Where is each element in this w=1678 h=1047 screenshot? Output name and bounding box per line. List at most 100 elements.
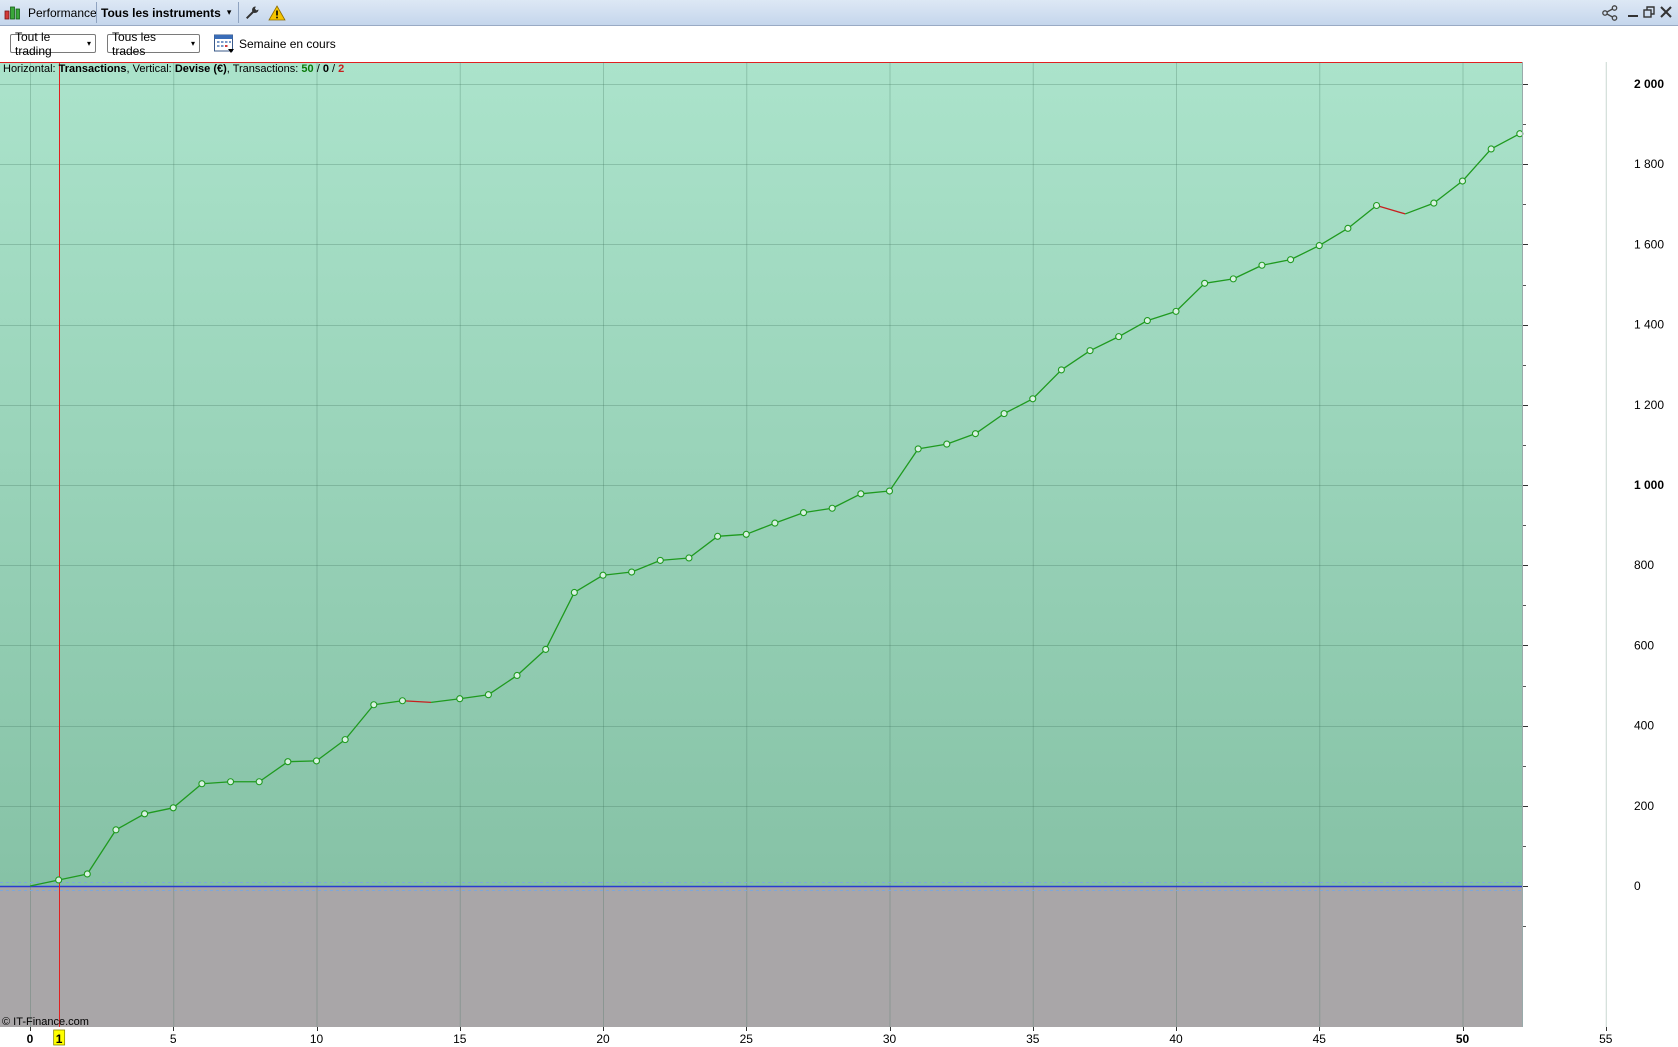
data-point[interactable] [1086, 347, 1094, 355]
warning-icon[interactable] [268, 4, 286, 22]
data-point[interactable] [1143, 317, 1151, 325]
y-tick-label: 0 [1634, 879, 1641, 893]
data-point[interactable] [198, 780, 206, 788]
chevron-down-icon: ▾ [86, 39, 91, 48]
horizontal-value: Transactions [58, 63, 127, 75]
data-point[interactable] [943, 440, 951, 448]
data-point[interactable] [1115, 333, 1123, 341]
data-point[interactable] [1258, 261, 1266, 269]
vertical-label: , Vertical: [126, 63, 172, 75]
data-point[interactable] [1287, 256, 1295, 264]
minimize-icon[interactable] [1626, 5, 1640, 19]
share-icon[interactable] [1601, 4, 1619, 22]
close-icon[interactable] [1659, 5, 1673, 19]
data-point[interactable] [799, 509, 808, 517]
data-point[interactable] [828, 504, 836, 512]
period-label[interactable]: Semaine en cours [239, 37, 336, 51]
copyright-label: © IT-Finance.com [2, 1016, 89, 1028]
x-tick-label: 20 [596, 1032, 610, 1046]
data-point[interactable] [1057, 366, 1065, 374]
data-point[interactable] [1029, 395, 1037, 403]
winning-count: 50 [301, 63, 314, 75]
y-tick-label: 1 600 [1634, 237, 1664, 251]
y-tick-label: 400 [1634, 719, 1654, 733]
toolbar: Tout le trading ▾ Tous les trades ▾ Sema… [0, 26, 1678, 62]
data-point[interactable] [599, 571, 607, 579]
performance-chart[interactable]: 02004006008001 0001 2001 4001 6001 8002 … [0, 62, 1678, 1047]
x-tick-label: 50 [1456, 1032, 1470, 1046]
y-tick-label: 600 [1634, 638, 1654, 652]
title-bar: Performance Tous les instruments ▾ [0, 0, 1678, 26]
trading-filter-dropdown[interactable]: Tout le trading ▾ [10, 30, 96, 58]
instrument-selector[interactable]: Tous les instruments ▾ [101, 0, 231, 25]
data-point[interactable] [1487, 145, 1495, 153]
calendar-icon[interactable] [213, 32, 235, 54]
chart-info-line: Horizontal: Transactions, Vertical: Devi… [3, 63, 344, 75]
data-point[interactable] [169, 804, 177, 812]
data-point[interactable] [83, 870, 91, 878]
cursor-badge-label: 1 [56, 1032, 63, 1046]
window-title: Performance [28, 5, 97, 20]
data-point[interactable] [542, 645, 550, 653]
data-point[interactable] [685, 554, 693, 562]
data-point[interactable] [513, 671, 521, 680]
data-point[interactable] [714, 532, 722, 540]
data-point[interactable] [370, 701, 378, 709]
data-point[interactable] [1516, 130, 1524, 138]
vertical-value: Devise (€) [174, 63, 227, 75]
data-point[interactable] [771, 519, 779, 527]
data-point[interactable] [398, 697, 407, 705]
data-point[interactable] [914, 445, 922, 453]
series-segment [287, 760, 317, 763]
data-point[interactable] [1201, 279, 1209, 287]
data-point[interactable] [885, 487, 894, 495]
separator: / [328, 63, 339, 75]
data-point[interactable] [857, 490, 865, 498]
x-tick-label: 10 [310, 1032, 324, 1046]
restore-icon[interactable] [1642, 5, 1656, 19]
x-tick-label: 30 [883, 1032, 897, 1046]
wrench-icon[interactable] [243, 4, 261, 22]
data-point[interactable] [1315, 242, 1323, 250]
x-axis: 0 5 10 15 20 25 30 35 40 45 50 55 1 [27, 1027, 1613, 1046]
data-point[interactable] [55, 876, 63, 884]
loss-zone [0, 886, 1522, 1027]
data-point[interactable] [742, 530, 750, 538]
trades-filter-dropdown[interactable]: Tous les trades ▾ [107, 30, 200, 58]
y-tick-label: 800 [1634, 558, 1654, 572]
data-point[interactable] [284, 758, 292, 766]
data-point[interactable] [141, 810, 149, 818]
data-point[interactable] [484, 691, 492, 699]
x-tick-label: 45 [1313, 1032, 1327, 1046]
data-point[interactable] [227, 778, 235, 786]
x-tick-label: 5 [170, 1032, 177, 1046]
data-point[interactable] [656, 556, 664, 564]
chevron-down-icon: ▾ [190, 39, 195, 48]
data-point[interactable] [312, 757, 321, 765]
trading-filter-label: Tout le trading [15, 29, 52, 58]
y-tick-label: 1 400 [1634, 318, 1664, 332]
data-point[interactable] [1373, 201, 1381, 210]
data-point[interactable] [255, 778, 263, 786]
data-point[interactable] [112, 826, 120, 834]
data-point[interactable] [1430, 199, 1438, 207]
transactions-label: , Transactions: [226, 63, 299, 75]
y-tick-label: 1 200 [1634, 398, 1664, 412]
data-point[interactable] [628, 568, 636, 576]
y-tick-label: 2 000 [1634, 77, 1664, 91]
trades-filter-label: Tous les trades [112, 29, 157, 58]
data-point[interactable] [1229, 275, 1237, 283]
data-point[interactable] [1172, 307, 1180, 315]
y-axis: 0 200 400 600 800 1 000 1 200 1 400 1 600 1 800 2 … [1522, 77, 1664, 927]
separator: / [313, 63, 323, 75]
data-point[interactable] [1344, 224, 1352, 232]
data-point[interactable] [570, 588, 578, 597]
data-point[interactable] [1000, 410, 1008, 418]
horizontal-label: Horizontal: [3, 63, 56, 75]
x-tick-label: 35 [1026, 1032, 1040, 1046]
data-point[interactable] [456, 695, 464, 703]
data-point[interactable] [341, 736, 349, 744]
y-tick-label: 1 800 [1634, 157, 1664, 171]
data-point[interactable] [1458, 177, 1467, 185]
data-point[interactable] [971, 430, 980, 438]
